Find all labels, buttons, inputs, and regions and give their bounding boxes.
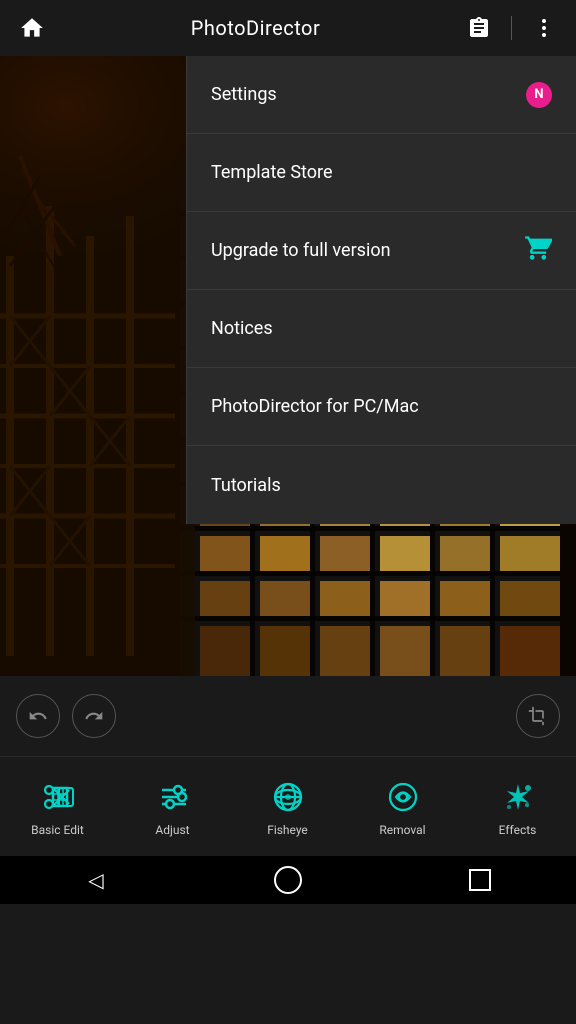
- app-title: PhotoDirector: [191, 16, 320, 40]
- dropdown-menu: Settings N Template Store Upgrade to ful…: [186, 56, 576, 524]
- crop-button[interactable]: [516, 694, 560, 738]
- menu-item-settings[interactable]: Settings N: [187, 56, 576, 134]
- adjust-label: Adjust: [155, 823, 189, 837]
- menu-notices-label: Notices: [211, 318, 273, 339]
- back-icon: ◁: [88, 868, 103, 892]
- more-vertical-icon: [532, 16, 556, 40]
- menu-template-store-label: Template Store: [211, 162, 333, 183]
- toolbar-fisheye[interactable]: Fisheye: [230, 757, 345, 856]
- menu-item-template-store[interactable]: Template Store: [187, 134, 576, 212]
- home-icon: [19, 15, 45, 41]
- recent-nav-button[interactable]: [450, 856, 510, 904]
- divider: [511, 16, 512, 40]
- menu-item-notices[interactable]: Notices: [187, 290, 576, 368]
- adjust-icon: [153, 777, 193, 817]
- settings-badge: N: [526, 82, 552, 108]
- top-bar-actions: [463, 12, 560, 44]
- toolbar-adjust[interactable]: Adjust: [115, 757, 230, 856]
- removal-label: Removal: [379, 823, 425, 837]
- menu-item-tutorials[interactable]: Tutorials: [187, 446, 576, 524]
- undo-button[interactable]: [16, 694, 60, 738]
- clipboard-button[interactable]: [463, 12, 495, 44]
- menu-tutorials-label: Tutorials: [211, 475, 281, 496]
- cart-icon: [524, 234, 552, 268]
- basic-edit-label: Basic Edit: [31, 823, 84, 837]
- redo-button[interactable]: [72, 694, 116, 738]
- home-nav-button[interactable]: [258, 856, 318, 904]
- menu-item-upgrade[interactable]: Upgrade to full version: [187, 212, 576, 290]
- android-nav-bar: ◁: [0, 856, 576, 904]
- fisheye-icon: [268, 777, 308, 817]
- home-button[interactable]: [16, 12, 48, 44]
- menu-item-pc-mac[interactable]: PhotoDirector for PC/Mac: [187, 368, 576, 446]
- bottom-toolbar: Basic Edit Adjust: [0, 756, 576, 856]
- toolbar-effects[interactable]: Effects: [460, 757, 575, 856]
- more-button[interactable]: [528, 12, 560, 44]
- basic-edit-icon: [38, 777, 78, 817]
- toolbar-removal[interactable]: Removal: [345, 757, 460, 856]
- menu-pc-mac-label: PhotoDirector for PC/Mac: [211, 396, 419, 417]
- menu-settings-label: Settings: [211, 84, 277, 105]
- undo-redo-group: [16, 694, 116, 738]
- effects-label: Effects: [499, 823, 537, 837]
- clipboard-icon: [467, 16, 491, 40]
- menu-upgrade-label: Upgrade to full version: [211, 240, 391, 261]
- effects-icon: [498, 777, 538, 817]
- fisheye-label: Fisheye: [267, 823, 308, 837]
- nav-controls: [0, 676, 576, 756]
- home-circle-icon: [274, 866, 302, 894]
- recent-icon: [469, 869, 491, 891]
- removal-icon: [383, 777, 423, 817]
- top-bar: PhotoDirector: [0, 0, 576, 56]
- back-nav-button[interactable]: ◁: [66, 856, 126, 904]
- toolbar-basic-edit[interactable]: Basic Edit: [0, 757, 115, 856]
